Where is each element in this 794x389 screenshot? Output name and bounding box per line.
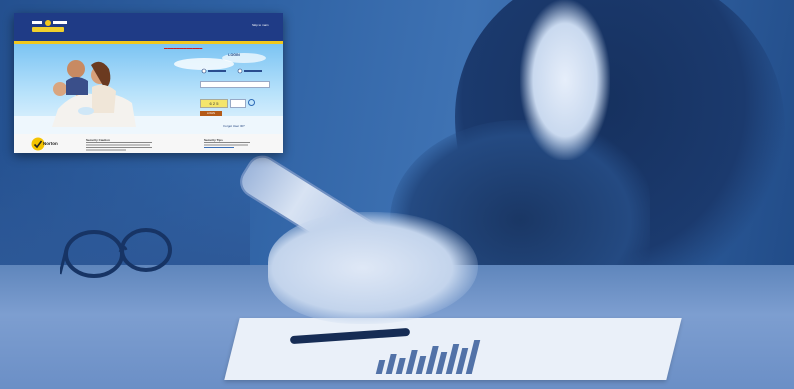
site-header: Skip to main: [14, 13, 283, 41]
user-id-input[interactable]: [200, 81, 270, 88]
captcha-image: 6 2 5: [200, 99, 228, 108]
header-badge: [32, 27, 64, 32]
login-button[interactable]: LOGIN: [200, 111, 222, 116]
promo-photo: Skip to main ▬▬▬▬▬▬▬▬▬▬▬▬ LOGIN 6 2 5 LO…: [0, 0, 794, 389]
security-caution-text: [86, 142, 152, 151]
family-photo: [52, 60, 136, 127]
shirt-collar: [520, 0, 610, 160]
login-type-radios[interactable]: [200, 67, 268, 75]
login-panel: LOGIN 6 2 5 LOGIN Forgot User ID?: [196, 53, 272, 131]
report-document: [224, 318, 682, 380]
bank-website-screenshot: Skip to main ▬▬▬▬▬▬▬▬▬▬▬▬ LOGIN 6 2 5 LO…: [14, 13, 283, 153]
news-ticker: ▬▬▬▬▬▬▬▬▬▬▬▬: [164, 46, 203, 50]
refresh-icon[interactable]: [248, 99, 255, 106]
forgot-user-id-link[interactable]: Forgot User ID?: [196, 124, 272, 128]
bank-logo-icon: [32, 20, 67, 26]
captcha-input[interactable]: [230, 99, 246, 108]
security-tips-text: [204, 142, 250, 148]
eyeglasses: [60, 228, 172, 278]
norton-label: Norton: [43, 141, 58, 146]
login-title: LOGIN: [228, 53, 240, 57]
header-link[interactable]: Skip to main: [252, 24, 269, 27]
